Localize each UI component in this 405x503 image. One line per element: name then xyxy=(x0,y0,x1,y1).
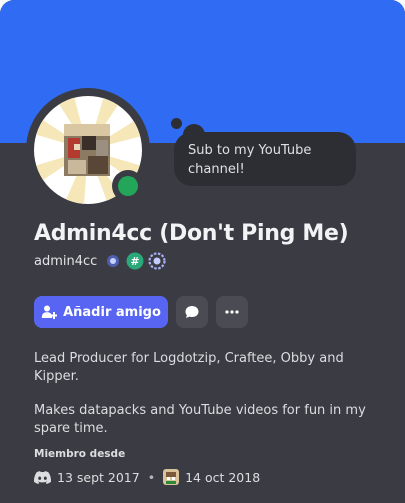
server-member-date: 14 oct 2018 xyxy=(185,469,261,485)
custom-status-text: Sub to my YouTube channel! xyxy=(188,143,312,177)
server-avatar-icon[interactable] xyxy=(163,469,180,485)
add-friend-icon xyxy=(41,305,58,319)
quest-laurel-badge-icon[interactable] xyxy=(148,252,166,270)
bio-line: Lead Producer for Logdotzip, Craftee, Ob… xyxy=(34,351,344,384)
more-options-button[interactable] xyxy=(216,296,248,328)
more-dots-icon xyxy=(225,310,239,314)
member-since-title: Miembro desde xyxy=(34,448,126,460)
bio-line: Makes datapacks and YouTube videos for f… xyxy=(34,403,366,436)
svg-text:#: # xyxy=(130,255,139,268)
profile-card: Sub to my YouTube channel! Admin4cc (Don… xyxy=(0,0,405,503)
display-name: Admin4cc (Don't Ping Me) xyxy=(34,221,349,246)
message-bubble-icon xyxy=(185,306,199,318)
bio-section: Lead Producer for Logdotzip, Craftee, Ob… xyxy=(34,350,379,454)
online-status-icon xyxy=(118,176,138,196)
discord-member-date: 13 sept 2017 xyxy=(57,469,140,485)
hashtag-badge-icon[interactable]: # xyxy=(126,252,144,270)
custom-status-bubble[interactable]: Sub to my YouTube channel! xyxy=(174,132,356,186)
status-indicator xyxy=(112,170,144,202)
add-friend-button[interactable]: Añadir amigo xyxy=(34,296,168,328)
member-since-row: 13 sept 2017 • 14 oct 2018 xyxy=(34,467,260,487)
thought-bubble-dot-small xyxy=(171,118,182,129)
avatar-ring xyxy=(26,88,150,212)
nitro-boost-badge-icon[interactable] xyxy=(104,252,122,270)
discord-logo-icon xyxy=(34,470,51,484)
username[interactable]: admin4cc xyxy=(34,254,97,269)
separator-dot: • xyxy=(147,469,156,485)
badge-list: # xyxy=(104,251,166,271)
add-friend-label: Añadir amigo xyxy=(63,304,161,320)
message-button[interactable] xyxy=(176,296,208,328)
